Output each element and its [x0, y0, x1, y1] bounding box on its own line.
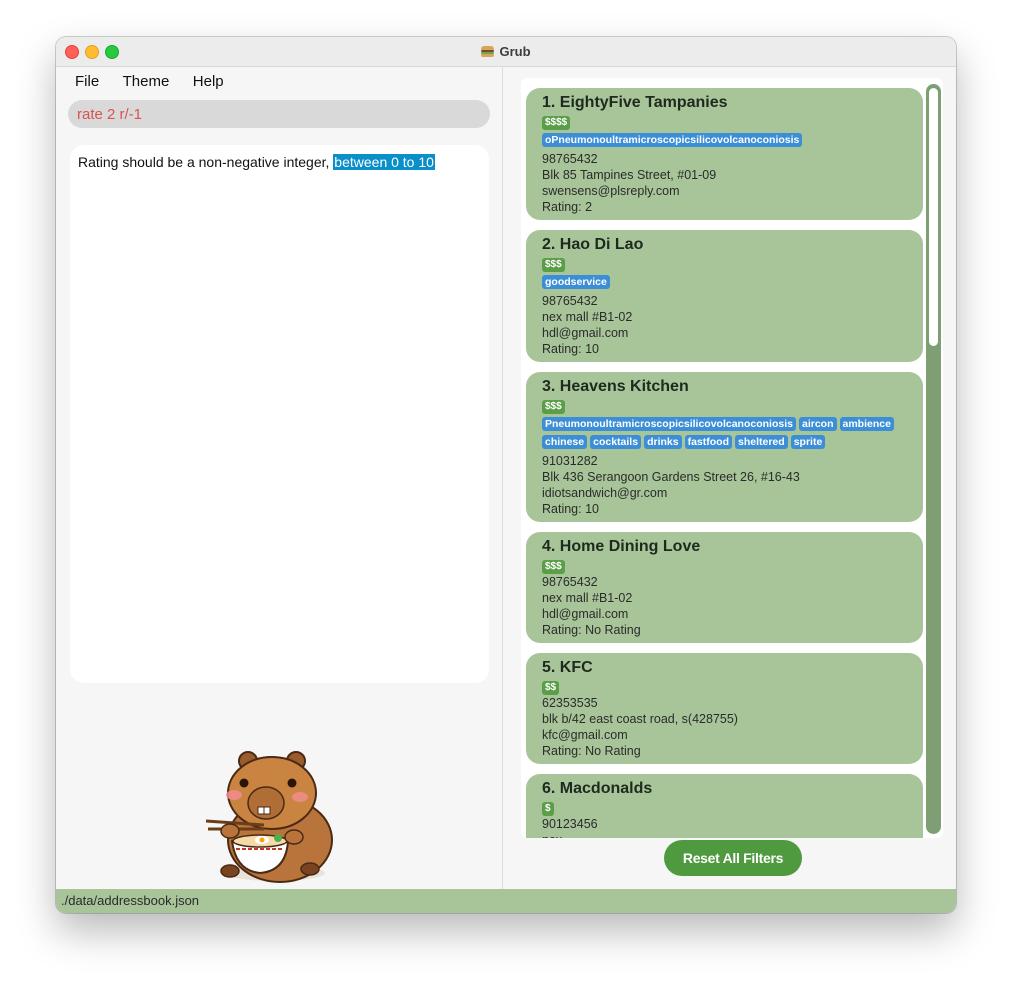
- menu-help[interactable]: Help: [193, 71, 224, 93]
- price-badge: $$$: [542, 560, 565, 574]
- tag-badge: aircon: [798, 417, 837, 431]
- restaurant-name: 5. KFC: [542, 659, 593, 676]
- tag-badge: cocktails: [590, 435, 642, 449]
- phone-number: 98765432: [542, 575, 598, 589]
- result-display[interactable]: Rating should be a non-negative integer,…: [70, 145, 489, 683]
- restaurant-card[interactable]: 2. Hao Di Lao $$$ goodservice 98765432 nex m…: [526, 230, 923, 362]
- restaurant-card[interactable]: 4. Home Dining Love $$$ 98765432 nex mall #…: [526, 532, 923, 643]
- tag-badge: ambience: [839, 417, 894, 431]
- price-badge: $: [542, 802, 554, 816]
- scrollbar-track[interactable]: [926, 84, 941, 834]
- command-box[interactable]: [68, 100, 490, 128]
- email: hdl@gmail.com: [542, 607, 629, 621]
- phone-number: 90123456: [542, 817, 598, 831]
- tag-list: oPneumonoultramicroscopicsilicovolcanoco…: [542, 133, 907, 151]
- phone-number: 98765432: [542, 152, 598, 166]
- rating: Rating: No Rating: [542, 623, 641, 637]
- tag-badge: fastfood: [684, 435, 732, 449]
- status-bar: ./data/addressbook.json: [56, 889, 956, 913]
- phone-number: 98765432: [542, 294, 598, 308]
- rating: Rating: No Rating: [542, 744, 641, 758]
- window-title: Grub: [56, 44, 956, 59]
- scrollbar-thumb[interactable]: [929, 88, 938, 346]
- right-pane: 1. EightyFive Tampanies $$$$ oPneumonoultr…: [503, 67, 956, 889]
- result-message: Rating should be a non-negative integer,…: [78, 154, 435, 170]
- status-file-path: ./data/addressbook.json: [61, 893, 200, 908]
- address: Blk 436 Serangoon Gardens Street 26, #16…: [542, 470, 800, 484]
- tag-badge: chinese: [542, 435, 588, 449]
- tag-badge: oPneumonoultramicroscopicsilicovolcanoco…: [542, 133, 803, 147]
- result-text: Rating should be a non-negative integer,: [78, 154, 334, 170]
- email: kfc@gmail.com: [542, 728, 628, 742]
- email: idiotsandwich@gr.com: [542, 486, 668, 500]
- menu-file[interactable]: File: [75, 71, 99, 93]
- capybara-mascot-image: [205, 751, 333, 883]
- window-title-text: Grub: [499, 44, 531, 59]
- menu-bar: File Theme Help: [64, 71, 232, 93]
- tag-list: goodservice: [542, 275, 907, 293]
- address: nex mall #B1-02: [542, 310, 633, 324]
- tag-badge: goodservice: [542, 275, 610, 289]
- restaurant-card[interactable]: 3. Heavens Kitchen $$$ Pneumonoultramicros…: [526, 372, 923, 522]
- tag-badge: Pneumonoultramicroscopicsilicovolcanocon…: [542, 417, 796, 431]
- command-input[interactable]: [77, 100, 477, 128]
- email: hdl@gmail.com: [542, 326, 629, 340]
- app-window: Grub File Theme Help Rating should be a …: [56, 37, 956, 913]
- restaurant-name: 3. Heavens Kitchen: [542, 378, 689, 395]
- address: blk b/42 east coast road, s(428755): [542, 712, 738, 726]
- left-pane: File Theme Help Rating should be a non-n…: [56, 67, 503, 889]
- restaurant-list-panel[interactable]: 1. EightyFive Tampanies $$$$ oPneumonoultr…: [521, 78, 943, 838]
- address: Blk 85 Tampines Street, #01-09: [542, 168, 717, 182]
- restaurant-card[interactable]: 5. KFC $$ 62353535 blk b/42 east coast road…: [526, 653, 923, 764]
- restaurant-name: 2. Hao Di Lao: [542, 236, 644, 253]
- burger-icon: [481, 46, 495, 57]
- menu-theme[interactable]: Theme: [123, 71, 170, 93]
- restaurant-card[interactable]: 6. Macdonalds $90123456nex: [526, 774, 923, 838]
- restaurant-name: 6. Macdonalds: [542, 780, 653, 797]
- reset-all-filters-button[interactable]: Reset All Filters: [664, 840, 802, 876]
- restaurant-name: 1. EightyFive Tampanies: [542, 94, 728, 111]
- rating: Rating: 10: [542, 342, 599, 356]
- result-text-selection: between 0 to 10: [333, 154, 435, 170]
- price-badge: $$$: [542, 258, 565, 272]
- restaurant-list: 1. EightyFive Tampanies $$$$ oPneumonoultr…: [526, 88, 923, 838]
- email: swensens@plsreply.com: [542, 184, 680, 198]
- tag-badge: sheltered: [735, 435, 788, 449]
- rating: Rating: 2: [542, 200, 593, 214]
- price-badge: $$$$: [542, 116, 571, 130]
- rating: Rating: 10: [542, 502, 599, 516]
- title-bar: Grub: [56, 37, 956, 67]
- price-badge: $$: [542, 681, 560, 695]
- address: nex mall #B1-02: [542, 591, 633, 605]
- phone-number: 91031282: [542, 454, 598, 468]
- restaurant-card[interactable]: 1. EightyFive Tampanies $$$$ oPneumonoultr…: [526, 88, 923, 220]
- restaurant-name: 4. Home Dining Love: [542, 538, 701, 555]
- phone-number: 62353535: [542, 696, 598, 710]
- price-badge: $$$: [542, 400, 565, 414]
- tag-badge: sprite: [790, 435, 826, 449]
- tag-list: Pneumonoultramicroscopicsilicovolcanocon…: [542, 417, 907, 453]
- address: nex: [542, 832, 907, 838]
- tag-badge: drinks: [644, 435, 682, 449]
